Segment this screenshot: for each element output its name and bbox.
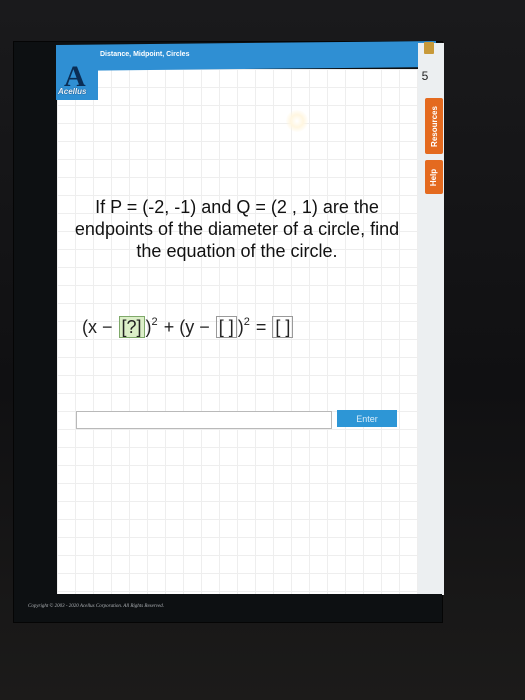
answer-slot-r2[interactable]: [ ]	[272, 316, 294, 339]
resources-tab-label: Resources	[429, 105, 439, 147]
answer-slot-h[interactable]: [?]	[118, 316, 145, 339]
eq-plus: + (y −	[163, 316, 210, 337]
page-number: 5	[421, 69, 429, 83]
screen-glare	[286, 110, 308, 132]
eq-equals: =	[255, 316, 267, 337]
eq-open-1: (x −	[82, 316, 113, 337]
help-tab[interactable]: Help	[425, 160, 443, 194]
eq-exponent-1: 2	[151, 316, 158, 328]
enter-button[interactable]: Enter	[337, 410, 397, 427]
logo-word: Acellus	[58, 87, 87, 96]
flag-icon[interactable]	[424, 42, 434, 54]
acellus-logo[interactable]: A Acellus	[56, 60, 98, 100]
problem-text: If P = (-2, -1) and Q = (2 , 1) are the …	[74, 197, 400, 261]
answer-input[interactable]	[76, 411, 332, 429]
lesson-title: Distance, Midpoint, Circles	[100, 51, 190, 58]
copyright-text: Copyright © 2003 - 2020 Acellus Corporat…	[28, 604, 164, 609]
answer-slot-k[interactable]: [ ]	[215, 316, 237, 339]
eq-exponent-2: 2	[243, 316, 250, 328]
resources-tab[interactable]: Resources	[425, 98, 443, 154]
help-tab-label: Help	[429, 168, 439, 186]
equation: (x − [?])2 + (y − [ ])2 = [ ]	[82, 316, 402, 344]
